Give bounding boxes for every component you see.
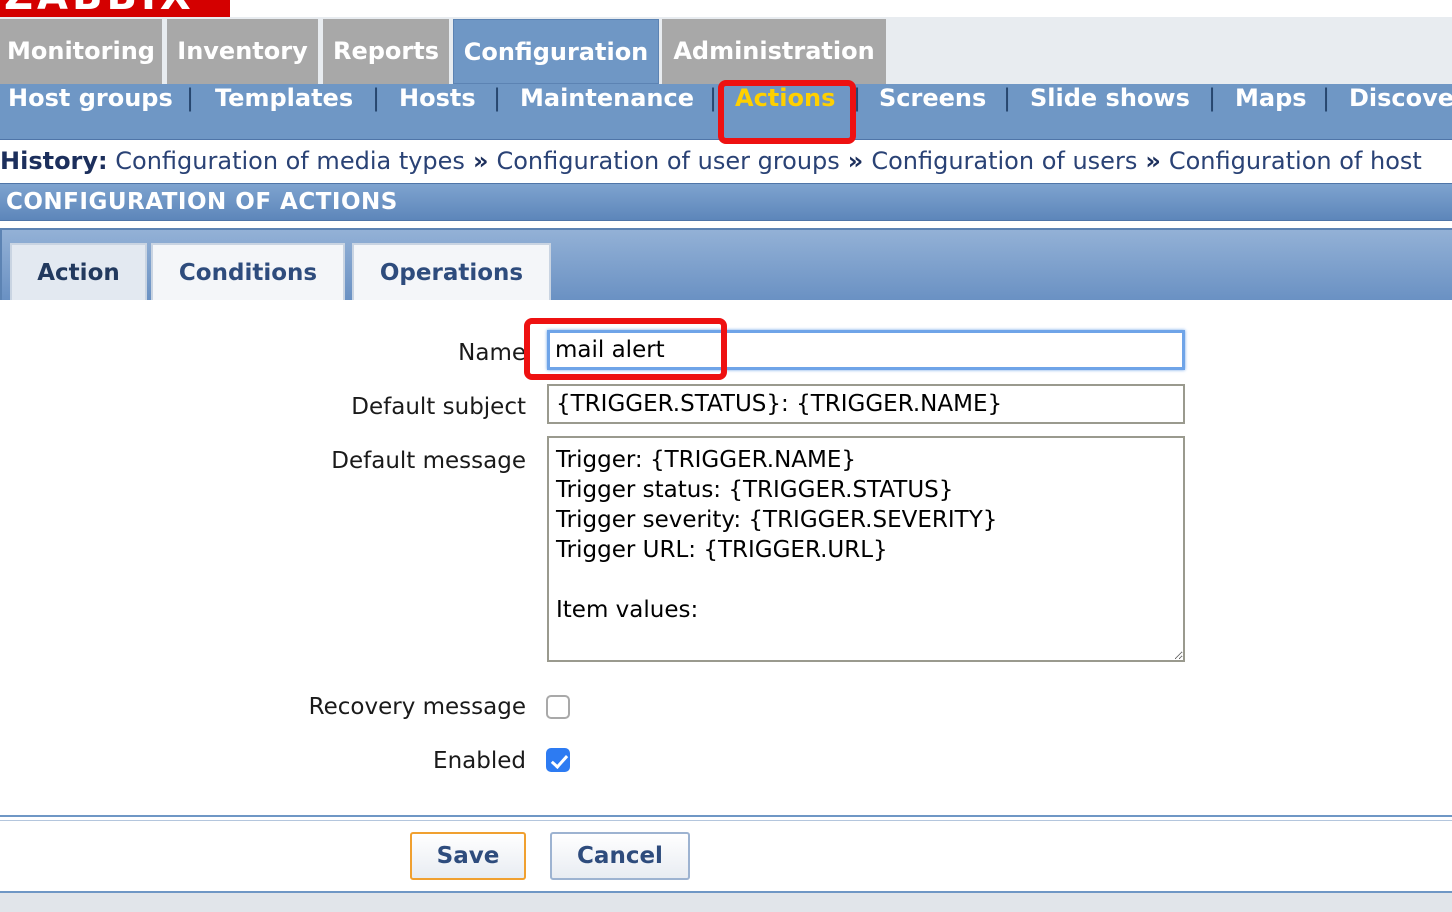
default-subject-input[interactable] <box>547 384 1185 424</box>
main-menu-inventory[interactable]: Inventory <box>167 19 318 84</box>
enabled-checkbox[interactable] <box>546 748 570 772</box>
history-breadcrumb: History: Configuration of media types» Co… <box>0 140 1452 184</box>
form-divider <box>0 815 1452 817</box>
save-button[interactable]: Save <box>410 832 526 880</box>
tab-action[interactable]: Action <box>10 243 147 301</box>
sub-menu-templates[interactable]: Templates <box>215 84 353 140</box>
cancel-button[interactable]: Cancel <box>550 832 690 880</box>
history-link-users[interactable]: Configuration of users <box>871 147 1137 175</box>
history-link-media-types[interactable]: Configuration of media types <box>115 147 465 175</box>
default-subject-label: Default subject <box>351 394 526 420</box>
sub-menu-separator: | <box>1208 84 1217 112</box>
main-menu-administration[interactable]: Administration <box>662 19 886 84</box>
button-bar: Save Cancel <box>0 821 1452 891</box>
history-link-host[interactable]: Configuration of host <box>1169 147 1422 175</box>
history-separator: » <box>472 147 489 175</box>
sub-menu-actions[interactable]: Actions <box>735 84 835 140</box>
sub-menu-separator: | <box>493 84 502 112</box>
footer-strip <box>0 891 1452 912</box>
enabled-label: Enabled <box>433 748 526 774</box>
main-menu-reports[interactable]: Reports <box>323 19 449 84</box>
tab-conditions[interactable]: Conditions <box>151 243 345 301</box>
sub-menu: Host groups | Templates | Hosts | Mainte… <box>0 84 1452 140</box>
zabbix-logo[interactable]: ZABBIX <box>0 0 230 17</box>
sub-menu-separator: | <box>1322 84 1331 112</box>
history-separator: » <box>847 147 864 175</box>
recovery-message-label: Recovery message <box>308 694 526 720</box>
app-window: ZABBIX Monitoring Inventory Reports Conf… <box>0 0 1452 912</box>
logo-text: ZABBIX <box>4 0 195 17</box>
sub-menu-slide-shows[interactable]: Slide shows <box>1030 84 1190 140</box>
recovery-message-checkbox[interactable] <box>546 695 570 719</box>
history-separator: » <box>1145 147 1161 175</box>
sub-menu-host-groups[interactable]: Host groups <box>8 84 173 140</box>
default-message-label: Default message <box>331 448 526 474</box>
page-header: CONFIGURATION OF ACTIONS <box>0 183 1452 221</box>
main-menu-monitoring[interactable]: Monitoring <box>0 19 162 84</box>
sub-menu-separator: | <box>709 84 718 112</box>
sub-menu-hosts[interactable]: Hosts <box>399 84 476 140</box>
sub-menu-separator: | <box>372 84 381 112</box>
sub-menu-separator: | <box>1003 84 1012 112</box>
tabs-bar: Action Conditions Operations <box>0 228 1452 301</box>
main-menu: Monitoring Inventory Reports Configurati… <box>0 17 1452 84</box>
sub-menu-separator: | <box>853 84 862 112</box>
history-link-user-groups[interactable]: Configuration of user groups <box>496 147 839 175</box>
name-label: Name <box>458 340 526 366</box>
sub-menu-discovery[interactable]: Discove <box>1349 84 1452 140</box>
sub-menu-separator: | <box>186 84 195 112</box>
tab-operations[interactable]: Operations <box>352 243 551 301</box>
history-label: History: <box>0 147 108 175</box>
page-title: CONFIGURATION OF ACTIONS <box>6 189 398 215</box>
sub-menu-maintenance[interactable]: Maintenance <box>520 84 694 140</box>
sub-menu-screens[interactable]: Screens <box>879 84 986 140</box>
action-form: Name Default subject Default message Tri… <box>0 300 1452 815</box>
main-menu-configuration[interactable]: Configuration <box>453 19 659 84</box>
default-message-textarea[interactable]: Trigger: {TRIGGER.NAME} Trigger status: … <box>547 436 1185 662</box>
name-input[interactable] <box>547 330 1185 370</box>
sub-menu-maps[interactable]: Maps <box>1235 84 1307 140</box>
